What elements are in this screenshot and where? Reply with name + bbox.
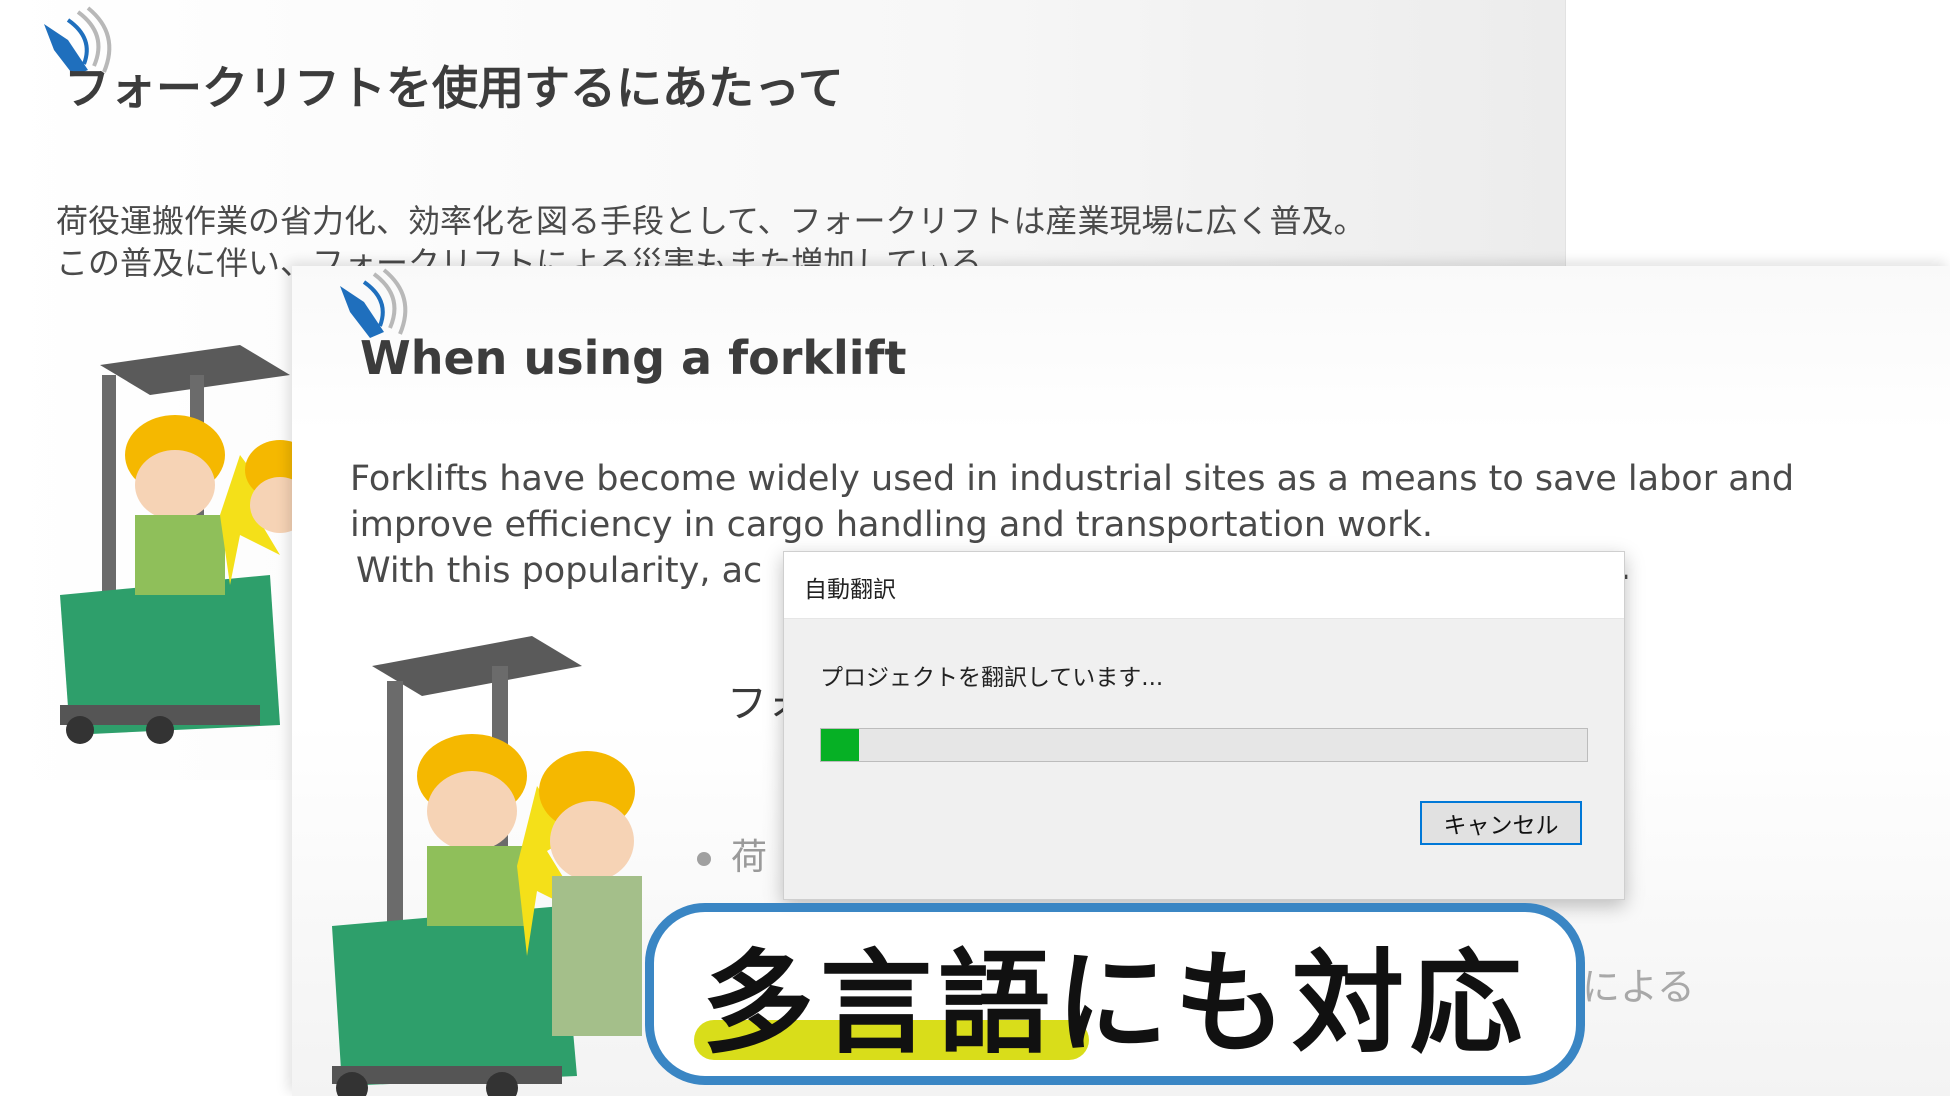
slide-title-ja: フォークリフトを使用するにあたって xyxy=(64,61,844,115)
bullet-text: 荷 xyxy=(731,837,768,878)
forklift-accident-illustration xyxy=(60,345,300,744)
caption-text: 多言語にも対応 xyxy=(702,938,1528,1069)
body-line: Forklifts have become widely used in ind… xyxy=(350,459,1795,499)
body-line: improve efficiency in cargo handling and… xyxy=(350,505,1433,545)
body-line: 荷役運搬作業の省力化、効率化を図る手段として、フォークリフトは産業現場に広く普及… xyxy=(56,202,1366,240)
dialog-titlebar[interactable]: 自動翻訳 xyxy=(784,552,1624,619)
slide-title-en: When using a forklift xyxy=(360,331,907,385)
trailing-text-fragment: による xyxy=(1582,965,1695,1009)
translation-progress-bar xyxy=(820,728,1588,762)
auto-translate-dialog: 自動翻訳 プロジェクトを翻訳しています... キャンセル xyxy=(783,551,1625,900)
progress-fill xyxy=(821,729,860,761)
dialog-title: 自動翻訳 xyxy=(804,577,896,603)
cancel-button[interactable]: キャンセル xyxy=(1420,801,1582,845)
caption-banner: 多言語にも対応 xyxy=(645,903,1585,1085)
dialog-status-text: プロジェクトを翻訳しています... xyxy=(820,665,1164,691)
